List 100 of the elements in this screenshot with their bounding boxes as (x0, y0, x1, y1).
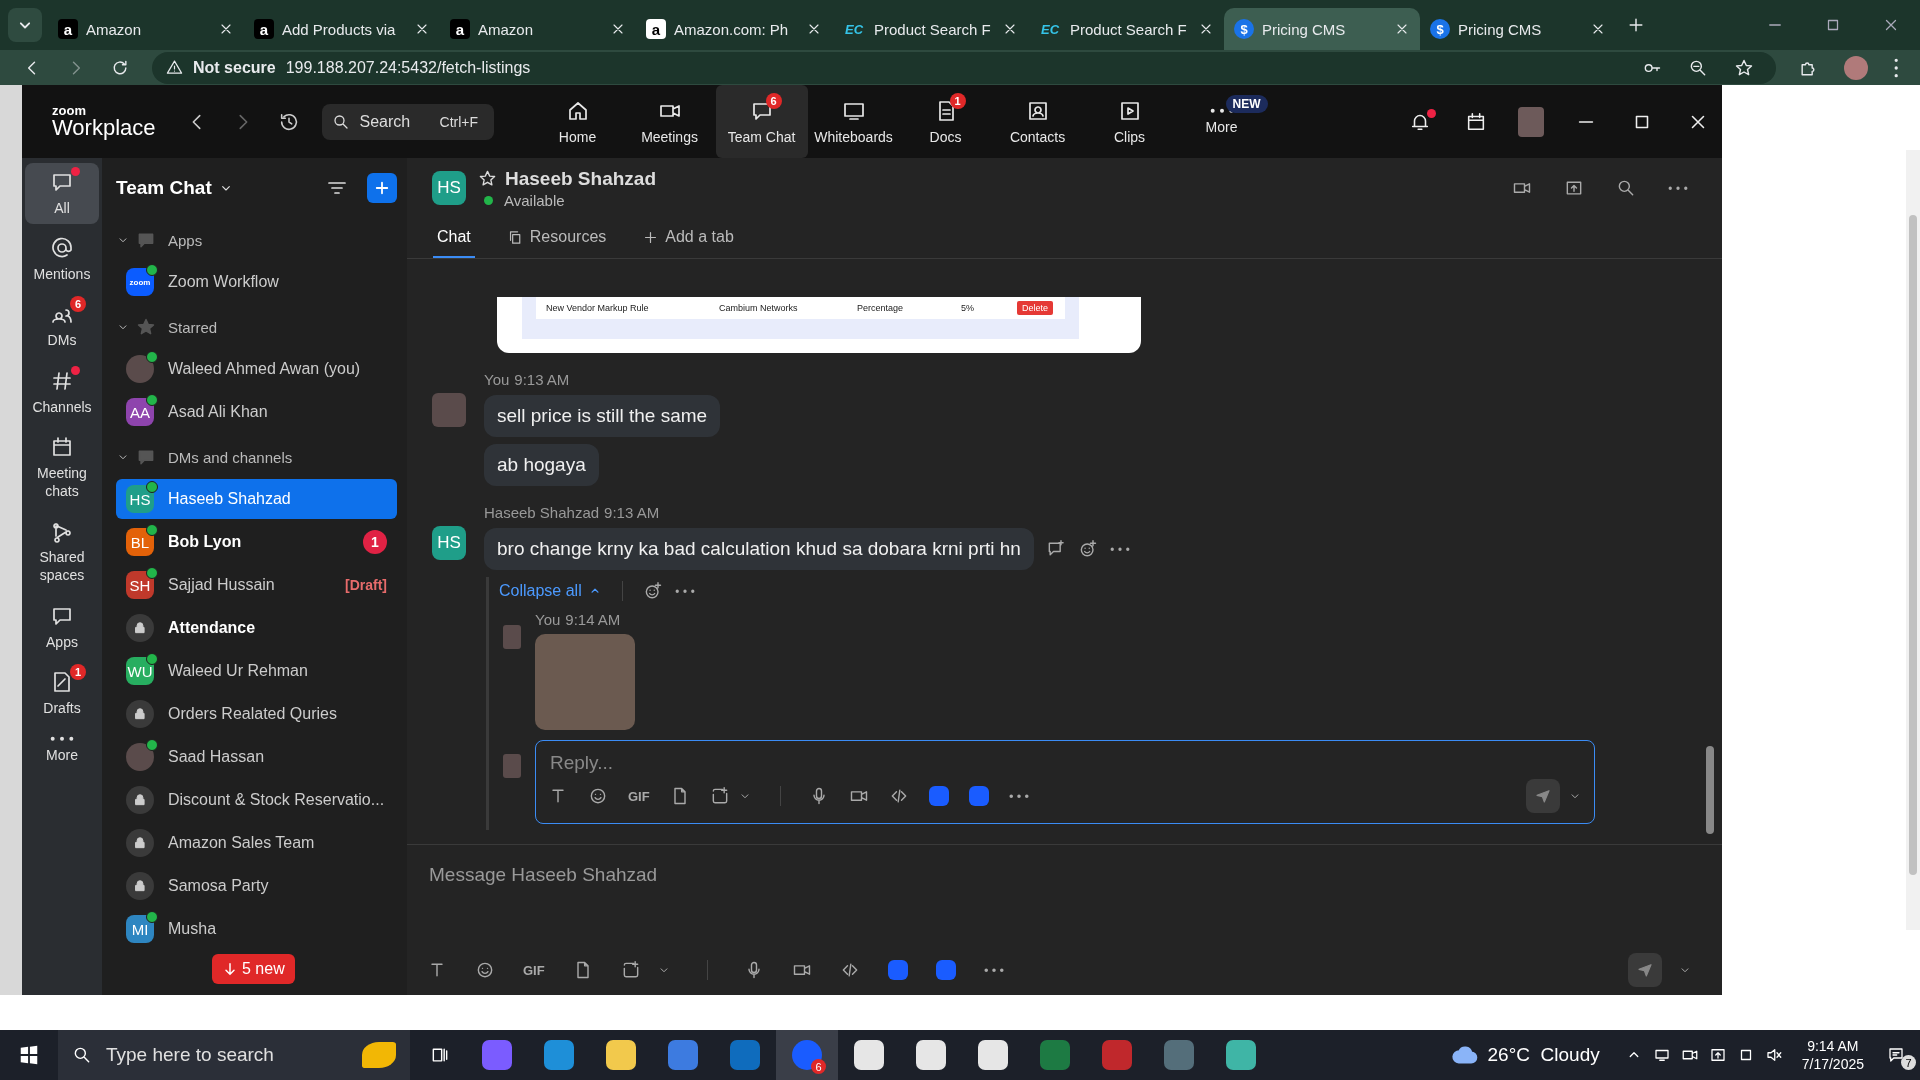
screenshot-attachment[interactable]: New Vendor Markup Rule Cambium Networks Percentage 5% Delete (497, 297, 1141, 353)
nav-tab[interactable]: Contacts (991, 85, 1084, 158)
calendar-icon[interactable] (1465, 110, 1487, 133)
nav-tab[interactable]: Clips (1083, 85, 1176, 158)
browser-tab[interactable]: EC Product Search F (832, 8, 1028, 50)
taskbar-app-icon[interactable]: 6 (776, 1030, 838, 1080)
browser-tab[interactable]: $ Pricing CMS (1420, 8, 1616, 50)
clock[interactable]: 9:14 AM 7/17/2025 (1801, 1036, 1864, 1074)
rail-item[interactable]: More (25, 728, 99, 772)
nav-tab[interactable]: 1 Docs (899, 85, 992, 158)
address-bar[interactable]: Not secure 199.188.207.24:5432/fetch-listings (152, 51, 1776, 84)
scrollbar[interactable] (1906, 150, 1920, 930)
shortcut-hint: Ctrl+F (439, 113, 479, 130)
browser-tab[interactable]: a Amazon (440, 8, 636, 50)
rail-label: DMs (46, 331, 78, 350)
app-icon[interactable] (935, 960, 956, 980)
chat-list-item[interactable]: WU Waleed Ur Rehman (116, 651, 397, 691)
app-icon[interactable] (928, 786, 949, 806)
rail-item[interactable]: Apps (25, 596, 99, 658)
send-button[interactable] (1526, 779, 1560, 813)
chat-name: Waleed Ur Rehman (168, 662, 308, 680)
security-label: Not secure (193, 58, 276, 77)
search-icon[interactable] (1616, 178, 1636, 198)
nav-tab[interactable]: Whiteboards (807, 85, 900, 158)
rail-item[interactable]: Mentions (25, 229, 99, 291)
chat-list-item[interactable]: BL Bob Lyon 1 (116, 522, 397, 562)
windows-icon[interactable] (18, 1044, 40, 1066)
tab-list-button[interactable] (8, 8, 42, 42)
browser-tab[interactable]: a Amazon (48, 8, 244, 50)
app-icon[interactable] (968, 786, 989, 806)
chat-list-item[interactable]: Orders Realated Quries (116, 694, 397, 734)
upload-icon[interactable] (1564, 178, 1584, 198)
avatar-placeholder (126, 355, 154, 383)
message-field[interactable]: Message Haseeb Shahzad (427, 859, 1692, 891)
more-icon[interactable] (1109, 546, 1130, 552)
reply-input[interactable]: Reply... (548, 747, 1582, 779)
emoji-icon[interactable] (588, 786, 608, 806)
more-icon[interactable] (674, 588, 695, 594)
section-header[interactable]: Apps (116, 218, 397, 262)
chat-list-item[interactable]: Saad Hassan (116, 737, 397, 777)
chat-tab[interactable]: Add a tab (638, 218, 738, 258)
rail-item[interactable]: Channels (25, 361, 99, 423)
chat-list-item[interactable]: SH Sajjad Hussain [Draft] (116, 565, 397, 605)
scrollbar-thumb[interactable] (1909, 215, 1917, 875)
scrollbar-thumb[interactable] (1706, 746, 1714, 834)
tab-title: Product Search F (1070, 20, 1188, 38)
more-icon[interactable] (1008, 793, 1029, 799)
star-icon[interactable] (1733, 57, 1754, 78)
nav-tab[interactable]: NEW More (1175, 85, 1268, 158)
upload-icon[interactable] (1708, 1046, 1727, 1064)
nav-tab[interactable]: Meetings (623, 85, 716, 158)
browser-tab[interactable]: $ Pricing CMS (1224, 8, 1420, 50)
chat-list-item[interactable]: Attendance (116, 608, 397, 648)
rail-item[interactable]: 1 Drafts (25, 662, 99, 724)
kebab-icon[interactable] (1893, 57, 1898, 78)
search-field[interactable]: Search Ctrl+F (321, 103, 494, 140)
new-messages-button[interactable]: 5 new (212, 954, 295, 984)
gif-button[interactable]: GIF (628, 788, 650, 804)
browser-tab[interactable]: a Amazon.com: Ph (636, 8, 832, 50)
browser-tab[interactable]: a Add Products via (244, 8, 440, 50)
collapse-link[interactable]: Collapse all (499, 582, 602, 600)
star-icon[interactable] (478, 169, 497, 188)
rail-item[interactable]: All (25, 163, 99, 225)
reply-field[interactable]: Reply... GIF (535, 740, 1595, 824)
search-input[interactable]: Type here to search (104, 1043, 350, 1067)
chat-tab[interactable]: Resources (502, 218, 611, 258)
chat-list-item[interactable]: HS Haseeb Shahzad (116, 479, 397, 519)
section-header[interactable]: Starred (116, 305, 397, 349)
chat-list-item[interactable]: Samosa Party (116, 866, 397, 906)
notes-icon[interactable] (1887, 1046, 1905, 1064)
taskbar-search-field[interactable]: Type here to search (58, 1030, 410, 1080)
chat-tab[interactable]: Chat (433, 218, 475, 258)
chat-list-item[interactable]: AA Asad Ali Khan (116, 392, 397, 432)
chat-list-item[interactable]: Discount & Stock Reservatio... (116, 780, 397, 820)
table-cell-text: New Vendor Markup Rule (546, 303, 650, 313)
browser-tab[interactable]: EC Product Search F (1028, 8, 1224, 50)
chat-list-item[interactable]: Amazon Sales Team (116, 823, 397, 863)
section-header[interactable]: DMs and channels (116, 435, 397, 479)
initials-avatar: AA (126, 398, 154, 426)
nav-tab[interactable]: Home (531, 85, 624, 158)
profile-avatar[interactable] (1843, 55, 1868, 80)
app-icon[interactable] (887, 960, 908, 980)
rail-item[interactable]: Meeting chats (25, 427, 99, 508)
more-icon[interactable] (983, 967, 1004, 973)
chat-list-item[interactable]: MI Musha (116, 909, 397, 949)
chat-list-item[interactable]: Waleed Ahmed Awan (you) (116, 349, 397, 389)
user-avatar[interactable] (1518, 106, 1544, 137)
rail-item[interactable]: 6 DMs (25, 295, 99, 357)
gif-button[interactable]: GIF (523, 962, 545, 978)
send-button[interactable] (1628, 953, 1662, 987)
emoji-icon[interactable] (475, 960, 495, 980)
chat-list-item[interactable]: zoom Zoom Workflow (116, 262, 397, 302)
more-icon[interactable] (1668, 185, 1688, 191)
search-input[interactable]: Search (357, 111, 432, 132)
rail-item[interactable]: Shared spaces (25, 512, 99, 592)
panel-title[interactable]: Team Chat (116, 177, 212, 199)
taskview-icon[interactable] (430, 1045, 450, 1065)
speaker-icon[interactable] (1764, 1046, 1783, 1064)
nav-tab[interactable]: 6 Team Chat (715, 85, 808, 158)
new-chat-button[interactable] (367, 173, 397, 203)
